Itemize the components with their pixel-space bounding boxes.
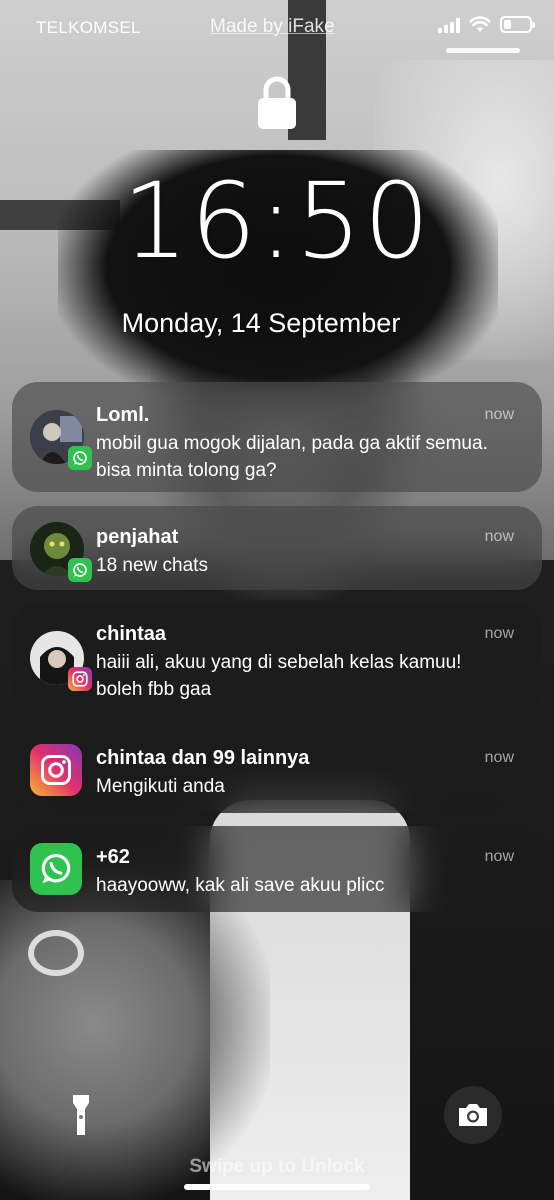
lock-icon (258, 76, 296, 129)
lock-screen-time: 16:50 (122, 160, 432, 282)
instagram-icon (30, 744, 82, 796)
flashlight-button[interactable] (52, 1086, 110, 1144)
status-bar: TELKOMSEL Made by iFake (0, 0, 554, 54)
status-icons (438, 16, 535, 33)
notification-time: now (484, 848, 514, 865)
carrier-label: TELKOMSEL (36, 18, 141, 37)
whatsapp-icon (68, 446, 92, 470)
swipe-to-unlock-hint: Swipe up to Unlock (189, 1156, 365, 1177)
camera-button[interactable] (444, 1086, 502, 1144)
notification-title: penjahat (96, 526, 179, 548)
notification-card[interactable]: chintaa dan 99 lainnya now Mengikuti and… (12, 727, 542, 813)
notification-body: haiii ali, akuu yang di sebelah kelas ka… (96, 652, 462, 700)
notification-body: mobil gua mogok dijalan, pada ga aktif s… (96, 433, 488, 481)
notification-time: now (484, 625, 514, 642)
notification-card[interactable]: chintaa now haiii ali, akuu yang di sebe… (12, 603, 542, 713)
battery-level (504, 20, 512, 29)
whatsapp-icon (30, 843, 82, 895)
notification-body: Mengikuti anda (96, 776, 225, 797)
home-indicator[interactable] (184, 1184, 370, 1190)
signal-icon (438, 17, 460, 33)
whatsapp-icon (68, 558, 92, 582)
notification-time: now (484, 406, 514, 423)
notification-title: chintaa dan 99 lainnya (96, 747, 310, 769)
wallpaper-ring (28, 930, 84, 976)
lock-screen-date: Monday, 14 September (121, 308, 401, 338)
notification-body: haayooww, kak ali save akuu plicc (96, 875, 385, 896)
notification-title: Loml. (96, 404, 150, 426)
instagram-icon (68, 667, 92, 691)
wifi-icon (469, 16, 491, 32)
watermark-text: Made by iFake (210, 16, 335, 37)
battery-icon (500, 16, 535, 33)
notification-card[interactable]: Loml. now mobil gua mogok dijalan, pada … (12, 382, 542, 492)
notification-title: chintaa (96, 623, 167, 645)
camera-icon (459, 1104, 487, 1126)
notification-body: 18 new chats (96, 555, 208, 576)
wallpaper-hand (0, 880, 270, 1200)
notification-title: +62 (96, 846, 130, 868)
control-center-indicator[interactable] (446, 48, 520, 53)
notification-card[interactable]: +62 now haayooww, kak ali save akuu plic… (12, 826, 542, 912)
notification-time: now (484, 528, 514, 545)
flashlight-icon (73, 1095, 89, 1135)
notification-card[interactable]: penjahat now 18 new chats (12, 506, 542, 590)
notification-time: now (484, 749, 514, 766)
